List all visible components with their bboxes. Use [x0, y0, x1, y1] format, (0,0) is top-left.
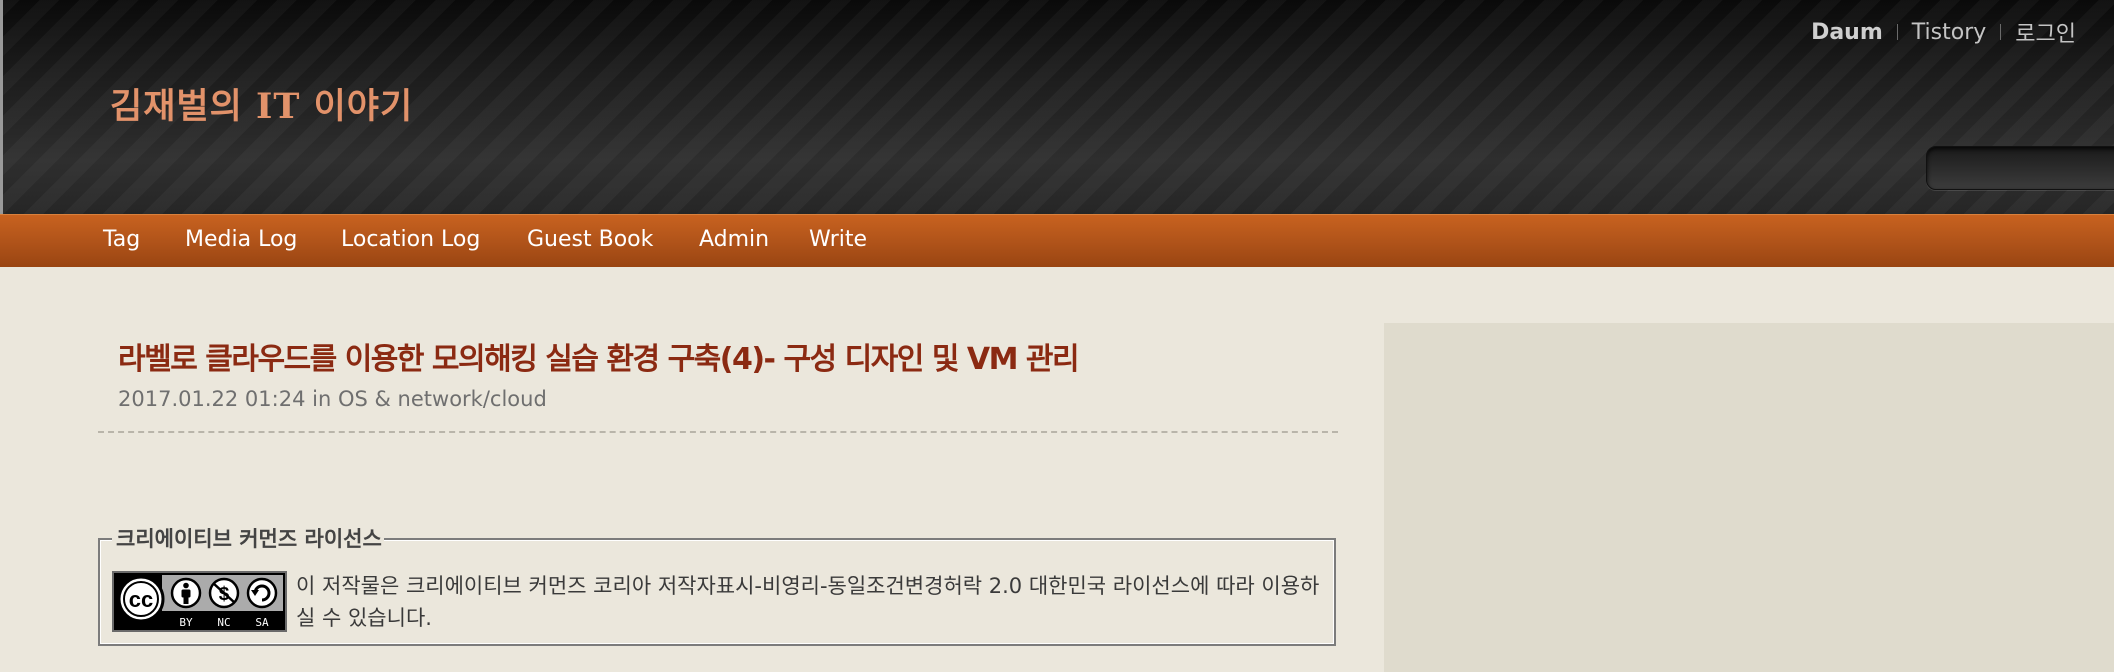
badge-label-sa: SA	[255, 616, 269, 629]
top-link-separator	[2000, 24, 2002, 40]
license-text-before: 이 저작물은	[296, 574, 406, 598]
login-link[interactable]: 로그인	[2015, 16, 2076, 48]
nav-item-write[interactable]: Write	[809, 227, 867, 252]
nav-item-location-log[interactable]: Location Log	[341, 227, 480, 252]
top-link-separator	[1896, 24, 1898, 40]
cc-icon: cc	[117, 575, 165, 623]
site-header: 김재벌의 IT 이야기 Daum Tistory 로그인	[0, 0, 2114, 214]
badge-label-by: BY	[179, 616, 193, 629]
tistory-link[interactable]: Tistory	[1912, 20, 1987, 45]
sharealike-icon	[246, 577, 278, 609]
attribution-icon	[170, 577, 202, 609]
post-date: 2017.01.22 01:24	[118, 387, 306, 411]
nav-item-admin[interactable]: Admin	[699, 227, 769, 252]
post-title[interactable]: 라벨로 클라우드를 이용한 모의해킹 실습 환경 구축(4)- 구성 디자인 및…	[118, 334, 1080, 378]
cc-license-badge[interactable]: cc $	[112, 571, 287, 632]
license-link[interactable]: 크리에이티브 커먼즈 코리아 저작자표시-비영리-동일조건변경허락 2.0 대한…	[406, 574, 1190, 598]
sidebar	[1384, 323, 2114, 672]
search-box	[1926, 146, 2114, 190]
post-meta: 2017.01.22 01:24 in OS & network/cloud	[118, 387, 547, 411]
daum-link[interactable]: Daum	[1811, 20, 1883, 45]
license-box: 크리에이티브 커먼즈 라이선스 cc BY NC SA 이 저작물은 크리에이티…	[98, 523, 1336, 646]
post-category-link[interactable]: OS & network/cloud	[338, 387, 547, 411]
nav-item-media-log[interactable]: Media Log	[185, 227, 297, 252]
license-legend: 크리에이티브 커먼즈 라이선스	[112, 523, 384, 553]
top-links: Daum Tistory 로그인	[1811, 16, 2076, 48]
cc-badge-graphic: cc $	[114, 573, 285, 630]
main-nav: Tag Media Log Location Log Guest Book Ad…	[0, 214, 2114, 268]
license-text: 이 저작물은 크리에이티브 커먼즈 코리아 저작자표시-비영리-동일조건변경허락…	[296, 570, 1326, 634]
post-meta-in: in	[312, 387, 332, 411]
nav-item-guest-book[interactable]: Guest Book	[527, 227, 653, 252]
site-title[interactable]: 김재벌의 IT 이야기	[110, 78, 413, 129]
post-header-divider	[98, 431, 1338, 433]
page: 김재벌의 IT 이야기 Daum Tistory 로그인 Tag Media L…	[0, 0, 2114, 672]
svg-text:cc: cc	[129, 587, 153, 612]
nav-item-tag[interactable]: Tag	[103, 227, 140, 252]
search-input[interactable]	[1927, 147, 2114, 189]
badge-label-nc: NC	[217, 616, 230, 629]
noncommercial-icon: $	[208, 577, 240, 609]
